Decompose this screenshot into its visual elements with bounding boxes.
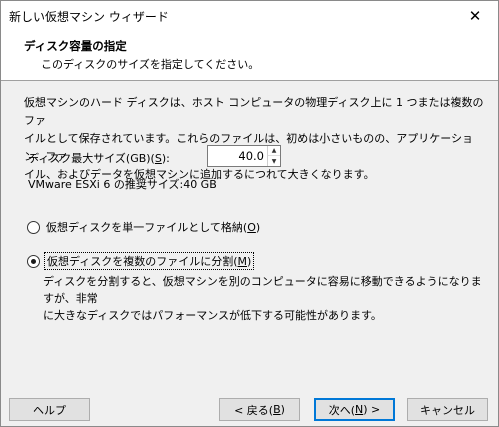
max-size-stepper: ▲ ▼	[207, 145, 281, 167]
description-line: ディスクを分割すると、仮想マシンを別のコンピュータに容易に移動できるようになりま…	[43, 275, 482, 305]
max-size-label: ディスク最大サイズ(GB)(S):	[28, 152, 170, 165]
wizard-window: 新しい仮想マシン ウィザード ✕ ディスク容量の指定 このディスクのサイズを指定…	[0, 0, 499, 427]
spin-down-icon[interactable]: ▼	[268, 156, 280, 166]
description-line: 仮想マシンのハード ディスクは、ホスト コンピュータの物理ディスク上に 1 つま…	[24, 96, 484, 127]
radio-single-file[interactable]: 仮想ディスクを単一ファイルとして格納(O)	[27, 219, 262, 235]
window-title: 新しい仮想マシン ウィザード	[9, 10, 169, 24]
wizard-header: ディスク容量の指定 このディスクのサイズを指定してください。	[1, 31, 498, 81]
recommended-size: VMware ESXi 6 の推奨サイズ:40 GB	[28, 178, 217, 191]
radio-split-files[interactable]: 仮想ディスクを複数のファイルに分割(M)	[27, 252, 255, 270]
radio-label: 仮想ディスクを複数のファイルに分割(M)	[44, 252, 255, 270]
next-button[interactable]: 次へ(N) >	[314, 398, 395, 421]
back-button[interactable]: < 戻る(B)	[219, 398, 300, 421]
page-subtitle: このディスクのサイズを指定してください。	[41, 58, 260, 71]
title-bar: 新しい仮想マシン ウィザード ✕	[1, 1, 498, 31]
disk-description: 仮想マシンのハード ディスクは、ホスト コンピュータの物理ディスク上に 1 つま…	[24, 94, 484, 184]
cancel-button[interactable]: キャンセル	[407, 398, 488, 421]
radio-label: 仮想ディスクを単一ファイルとして格納(O)	[46, 221, 261, 234]
close-icon[interactable]: ✕	[452, 1, 498, 30]
spin-arrows: ▲ ▼	[267, 146, 280, 166]
split-description: ディスクを分割すると、仮想マシンを別のコンピュータに容易に移動できるようになりま…	[43, 273, 488, 324]
description-line: に大きなディスクではパフォーマンスが低下する可能性があります。	[43, 309, 382, 322]
radio-button[interactable]	[27, 220, 40, 234]
page-title: ディスク容量の指定	[24, 39, 127, 53]
spin-up-icon[interactable]: ▲	[268, 146, 280, 156]
radio-button-checked[interactable]	[27, 254, 40, 268]
help-button[interactable]: ヘルプ	[9, 398, 90, 421]
max-size-input[interactable]	[208, 146, 268, 166]
